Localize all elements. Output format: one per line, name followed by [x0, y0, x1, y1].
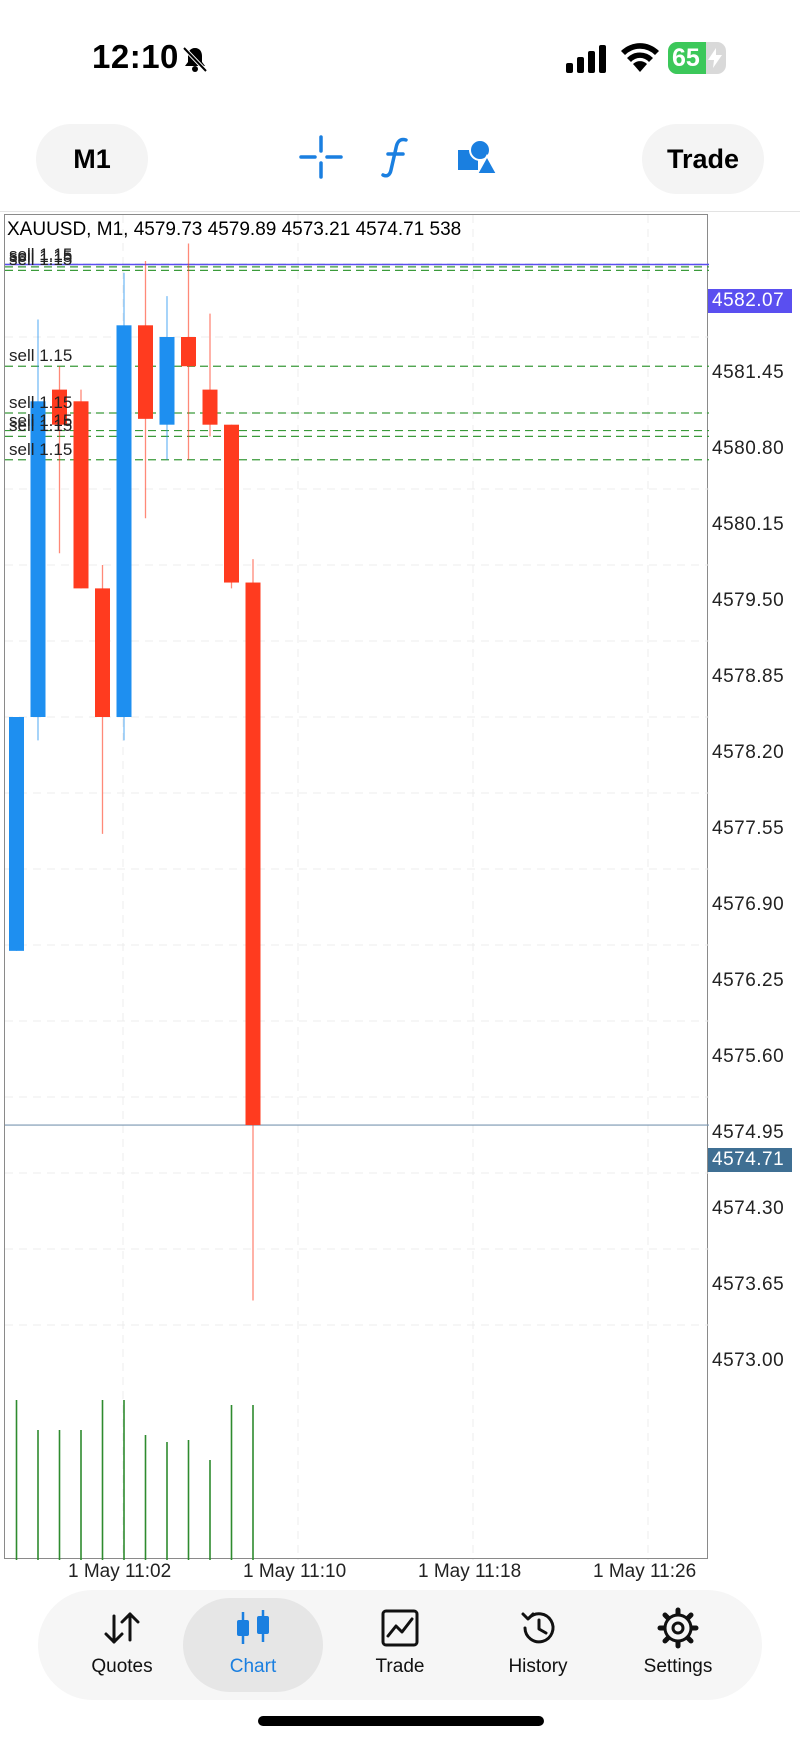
tab-label: Trade: [375, 1656, 425, 1677]
time-tick: 1 May 11:26: [593, 1561, 697, 1582]
price-tick: 4574.95: [712, 1122, 785, 1143]
top-order-price-tag: 4582.07: [708, 289, 792, 313]
price-tick: 4575.60: [712, 1046, 785, 1067]
candle: [73, 389, 89, 589]
order-label: sell 1.15: [9, 416, 73, 436]
chart-toolbar: M1 Trade: [0, 110, 800, 212]
bell-muted-icon: [182, 46, 208, 73]
battery-percent: 65: [672, 44, 700, 72]
cellular-signal-icon: [566, 45, 606, 73]
price-chart[interactable]: XAUUSD, M1, 4579.73 4579.89 4573.21 4574…: [4, 214, 709, 1560]
price-tick: 4573.65: [712, 1274, 785, 1295]
indicator-function-icon[interactable]: [372, 132, 422, 182]
tab-label: Settings: [643, 1656, 713, 1677]
tab-settings[interactable]: Settings: [608, 1598, 748, 1692]
home-indicator: [258, 1716, 544, 1726]
candle-body: [181, 337, 196, 367]
tab-label: History: [508, 1656, 568, 1677]
time-tick: 1 May 11:18: [418, 1561, 522, 1582]
candle-body: [9, 717, 24, 951]
tab-label: Quotes: [91, 1656, 153, 1677]
time-tick: 1 May 11:10: [243, 1561, 347, 1582]
symbol-ohlc-info: XAUUSD, M1, 4579.73 4579.89 4573.21 4574…: [7, 219, 462, 240]
chart-canvas[interactable]: [5, 215, 709, 1560]
timeframe-button[interactable]: M1: [36, 124, 148, 194]
candle-body: [224, 424, 239, 583]
price-tick: 4581.45: [712, 362, 785, 383]
quotes-arrows-icon: [104, 1612, 140, 1644]
objects-shapes-icon[interactable]: [450, 132, 500, 182]
tab-history[interactable]: History: [468, 1598, 608, 1692]
order-label: sell 1.15: [9, 250, 73, 270]
candle-body: [159, 337, 175, 425]
battery-charging-icon: 65: [668, 42, 726, 74]
candle-body: [202, 389, 218, 425]
status-time: 12:10: [92, 38, 179, 75]
chart-candles-icon: [237, 1610, 269, 1644]
wifi-icon: [621, 43, 659, 72]
price-tick: 4578.85: [712, 666, 785, 687]
price-tick: 4579.50: [712, 590, 785, 611]
tab-chart[interactable]: Chart: [183, 1598, 323, 1692]
candle: [138, 261, 153, 519]
price-tick: 4580.80: [712, 438, 785, 459]
candle: [202, 313, 218, 437]
price-tick: 4578.20: [712, 742, 785, 763]
price-tick: 4577.55: [712, 818, 785, 839]
candle: [30, 319, 46, 741]
status-bar: 12:10 65: [0, 0, 800, 110]
price-tick: 4576.25: [712, 970, 785, 991]
candle: [116, 272, 132, 741]
candle-body: [138, 325, 153, 419]
price-tick: 4580.15: [712, 514, 785, 535]
time-tick: 1 May 11:02: [68, 1561, 172, 1582]
candle: [159, 296, 175, 460]
candle: [245, 559, 261, 1301]
price-tick: 4573.00: [712, 1350, 785, 1371]
price-tick: 4576.90: [712, 894, 785, 915]
current-price-tag: 4574.71: [708, 1148, 792, 1172]
trade-button[interactable]: Trade: [642, 124, 764, 194]
settings-gear-icon: [657, 1607, 699, 1649]
candle-body: [116, 325, 132, 717]
order-label: sell 1.15: [9, 439, 73, 459]
candle: [181, 243, 196, 460]
bottom-tab-bar: Quotes Chart Trade History Settings: [38, 1590, 762, 1700]
price-tick: 4574.30: [712, 1198, 785, 1219]
history-clock-icon: [521, 1612, 555, 1644]
order-label: sell 1.15: [9, 346, 73, 366]
candle-body: [95, 588, 110, 717]
candle: [9, 717, 24, 951]
bolt-icon: [708, 48, 722, 68]
candle: [95, 565, 110, 834]
crosshair-icon[interactable]: [296, 132, 346, 182]
candle-body: [73, 401, 89, 589]
tab-quotes[interactable]: Quotes: [52, 1598, 192, 1692]
tab-trade[interactable]: Trade: [330, 1598, 470, 1692]
candle-body: [245, 582, 261, 1126]
trade-chart-icon: [381, 1609, 419, 1647]
candle: [224, 424, 239, 589]
tab-label: Chart: [229, 1656, 277, 1677]
